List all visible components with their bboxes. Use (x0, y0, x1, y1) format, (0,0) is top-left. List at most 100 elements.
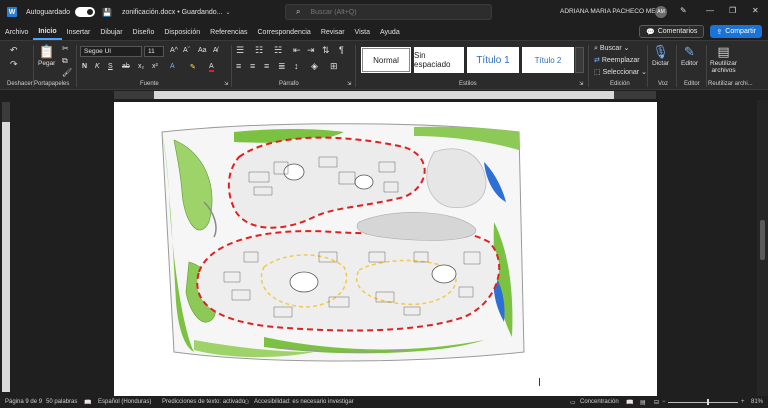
decrease-indent-icon[interactable]: ⇤ (293, 45, 301, 56)
redo-icon[interactable]: ↷ (10, 59, 18, 70)
format-painter-icon[interactable]: 🖌 (62, 68, 72, 77)
underline-button[interactable]: S (108, 63, 113, 70)
tab-revisar[interactable]: Revisar (316, 24, 350, 40)
close-icon[interactable]: ✕ (752, 6, 759, 15)
chevron-down-icon[interactable]: ⌄ (225, 9, 230, 16)
font-dialog-launcher-icon[interactable]: ⇲ (224, 81, 228, 87)
avatar[interactable]: AM (655, 6, 667, 18)
zoom-in-icon[interactable]: + (741, 399, 745, 405)
tab-referencias[interactable]: Referencias (205, 24, 252, 40)
tab-inicio[interactable]: Inicio (33, 24, 62, 40)
styles-gallery-scroll[interactable] (575, 47, 584, 73)
replace-button[interactable]: ⇄ Reemplazar (594, 56, 640, 64)
borders-icon[interactable]: ⊞ (330, 61, 338, 72)
tab-archivo[interactable]: Archivo (0, 24, 33, 40)
editor-button[interactable]: ✎ Editor (681, 44, 698, 67)
search-box[interactable]: ⌕ (285, 4, 492, 20)
paragraph-dialog-launcher-icon[interactable]: ⇲ (347, 81, 351, 87)
increase-indent-icon[interactable]: ⇥ (307, 45, 315, 56)
justify-icon[interactable]: ≣ (278, 61, 286, 72)
page-count[interactable]: Página 9 de 9 (5, 399, 42, 405)
tab-insertar[interactable]: Insertar (62, 24, 96, 40)
proofing-icon[interactable]: 📖 (84, 399, 91, 406)
zoom-level[interactable]: 81% (751, 399, 763, 405)
zoom-slider-thumb[interactable] (707, 399, 709, 405)
align-center-icon[interactable]: ≡ (250, 61, 255, 71)
user-name[interactable]: ADRIANA MARIA PACHECO MEJIA (560, 8, 665, 15)
share-button[interactable]: ⇪ Compartir (710, 25, 762, 38)
autosave-toggle[interactable] (74, 7, 95, 17)
shrink-font-icon[interactable]: Aˇ (183, 47, 190, 54)
zoom-slider[interactable] (668, 402, 738, 403)
print-layout-icon[interactable]: ▤ (640, 399, 646, 406)
styles-dialog-launcher-icon[interactable]: ⇲ (579, 81, 583, 87)
line-spacing-icon[interactable]: ↕ (294, 61, 299, 71)
bold-button[interactable]: N (82, 63, 87, 70)
shading-icon[interactable]: ◈ (311, 61, 318, 72)
undo-icon[interactable]: ↶ (10, 45, 18, 56)
multilevel-list-icon[interactable]: ☵ (274, 45, 282, 56)
grow-font-icon[interactable]: A^ (170, 47, 178, 54)
accessibility-status[interactable]: Accesibilidad: es necesario investigar (254, 399, 354, 405)
find-button[interactable]: ⌕ Buscar ⌄ (594, 44, 629, 53)
editor-label: Editor (681, 60, 698, 67)
align-right-icon[interactable]: ≡ (264, 61, 269, 71)
accessibility-icon[interactable]: ⚇ (244, 399, 249, 406)
pilcrow-icon[interactable]: ¶ (339, 45, 344, 55)
text-effects-icon[interactable]: A (170, 63, 175, 70)
change-case-icon[interactable]: Aa (198, 47, 207, 54)
search-input[interactable] (310, 8, 461, 16)
subscript-icon[interactable]: x₂ (138, 63, 144, 70)
vertical-ruler[interactable] (2, 102, 10, 392)
reuse-files-button[interactable]: ▤ Reutilizar archivos (710, 44, 737, 74)
font-name-select[interactable]: Segoe UI (80, 46, 142, 57)
align-left-icon[interactable]: ≡ (236, 61, 241, 71)
language[interactable]: Español (Honduras) (98, 399, 151, 405)
font-color-icon[interactable]: A (209, 63, 214, 72)
dictate-button[interactable]: 🎙 Dictar (652, 44, 669, 67)
word-count[interactable]: 50 palabras (46, 399, 77, 405)
style-normal[interactable]: Normal (361, 47, 411, 73)
text-predictions[interactable]: Predicciones de texto: activado (162, 399, 245, 405)
strikethrough-icon[interactable]: ab (122, 63, 130, 70)
font-size-value: 11 (148, 48, 155, 55)
highlight-icon[interactable]: ✎ (190, 63, 196, 71)
maximize-icon[interactable]: ❐ (729, 6, 736, 15)
horizontal-ruler[interactable] (114, 91, 656, 99)
minimize-icon[interactable]: — (706, 6, 714, 15)
read-mode-icon[interactable]: 📖 (626, 399, 633, 406)
copy-icon[interactable]: ⧉ (62, 56, 68, 66)
tab-disposicion[interactable]: Disposición (159, 24, 205, 40)
style-heading-1[interactable]: Título 1 (467, 47, 519, 73)
select-button[interactable]: ⬚ Seleccionar ⌄ (594, 68, 647, 76)
zoom-out-icon[interactable]: − (662, 399, 666, 405)
sort-icon[interactable]: ⇅ (322, 45, 330, 56)
italic-button[interactable]: K (95, 63, 100, 70)
scrollbar-thumb[interactable] (760, 220, 765, 260)
save-icon[interactable]: 💾 (102, 8, 112, 17)
style-no-spacing[interactable]: Sin espaciado (414, 47, 464, 73)
site-plan-image[interactable] (114, 102, 657, 396)
font-name-value: Segoe UI (84, 48, 112, 55)
focus-icon[interactable]: ▭ (570, 399, 576, 406)
comments-button[interactable]: 💬 Comentarios (638, 25, 705, 38)
bullets-icon[interactable]: ☰ (236, 45, 244, 56)
clear-format-icon[interactable]: A̸ (213, 47, 218, 54)
tab-diseno[interactable]: Diseño (128, 24, 160, 40)
font-size-select[interactable]: 11 (144, 46, 164, 57)
document-title[interactable]: zonificación.docx • Guardando... (122, 9, 223, 16)
tab-ayuda[interactable]: Ayuda (375, 24, 405, 40)
paste-button[interactable]: 📋 Pegar (38, 44, 55, 67)
focus-mode[interactable]: Concentración (580, 399, 619, 405)
document-page[interactable] (114, 102, 657, 396)
pen-icon[interactable]: ✎ (680, 6, 687, 15)
cut-icon[interactable]: ✂ (62, 44, 69, 53)
tab-vista[interactable]: Vista (350, 24, 375, 40)
web-layout-icon[interactable]: ⊟ (654, 399, 659, 406)
superscript-icon[interactable]: x² (152, 63, 158, 70)
style-heading-2[interactable]: Título 2 (522, 47, 574, 73)
tab-correspondencia[interactable]: Correspondencia (253, 24, 316, 40)
tab-dibujar[interactable]: Dibujar (95, 24, 127, 40)
numbering-icon[interactable]: ☷ (255, 45, 263, 56)
vertical-scrollbar[interactable] (757, 100, 768, 396)
